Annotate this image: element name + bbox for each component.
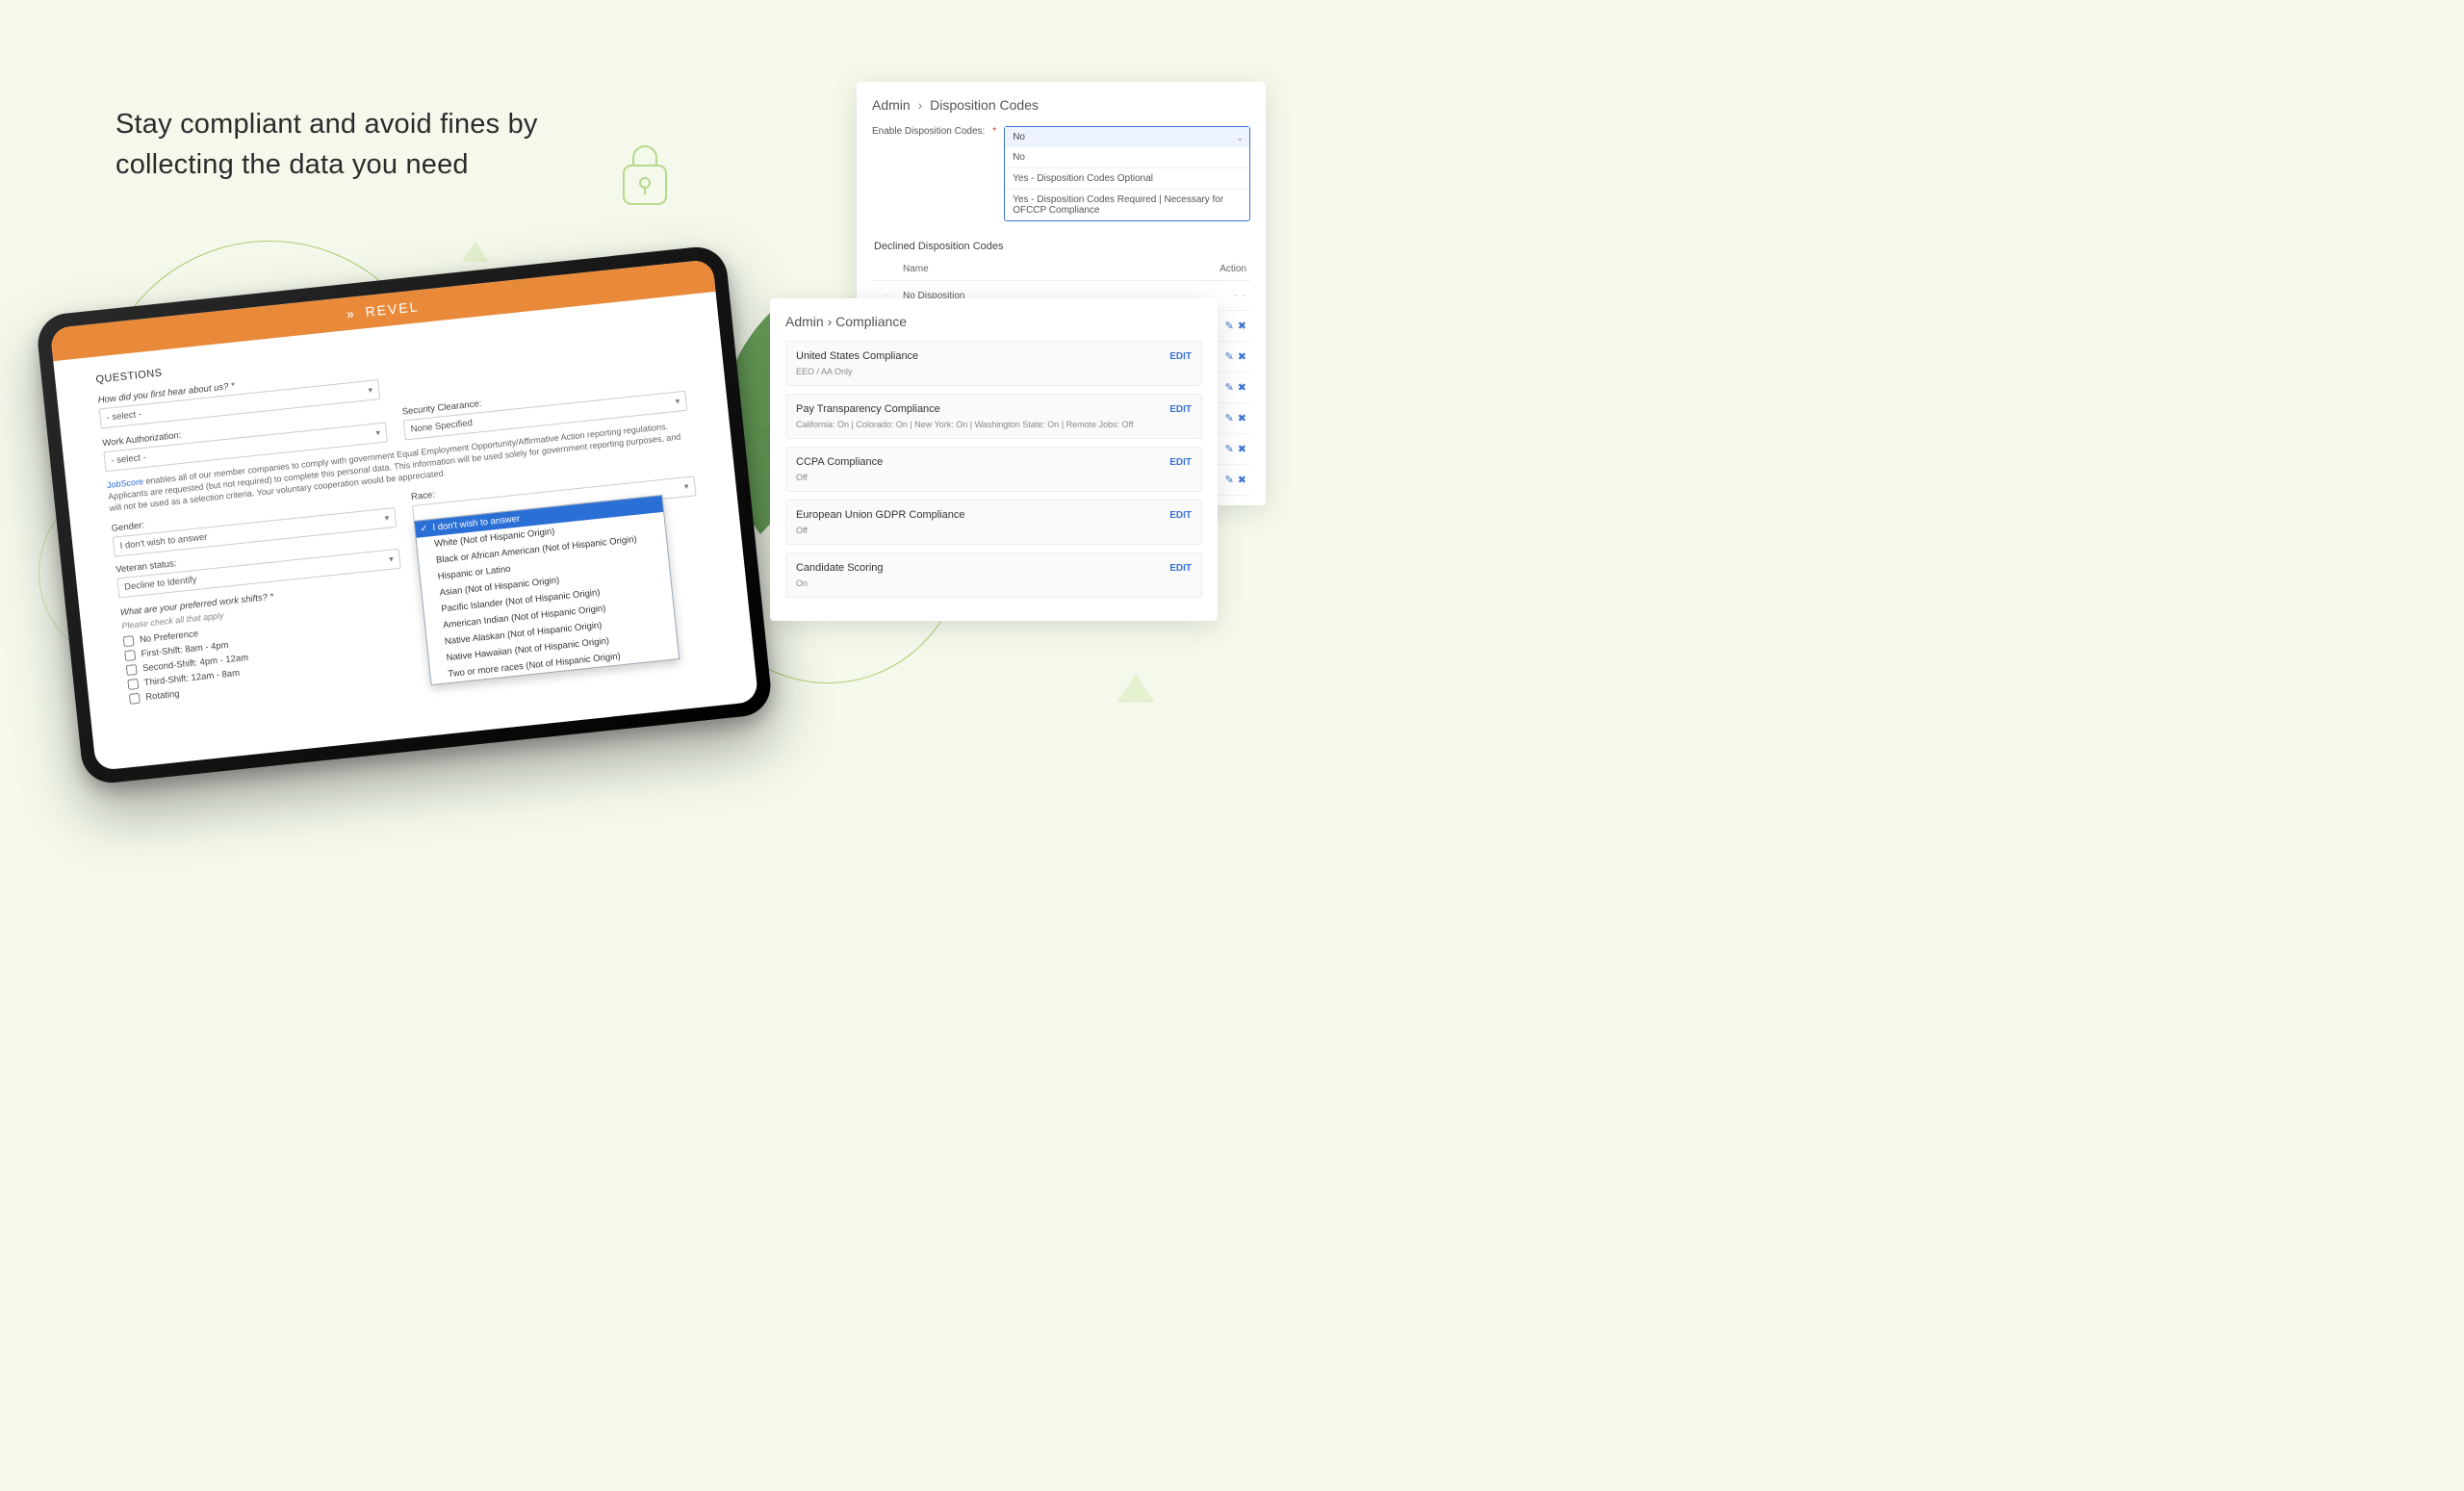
edit-button[interactable]: EDIT (1169, 563, 1192, 574)
compliance-section: European Union GDPR Compliance EDIT Off (785, 500, 1202, 545)
edit-icon[interactable]: ✎ (1225, 474, 1234, 486)
edit-icon[interactable]: ✎ (1225, 443, 1234, 455)
enable-disposition-select[interactable]: No No Yes - Disposition Codes Optional Y… (1004, 126, 1250, 221)
tablet-screen: » REVEL QUESTIONS How did you first hear… (50, 259, 759, 771)
delete-icon[interactable]: ✖ (1238, 381, 1246, 394)
compliance-section: Pay Transparency Compliance EDIT Californi… (785, 394, 1202, 439)
race-dropdown-menu[interactable]: I don't wish to answerWhite (Not of Hisp… (414, 495, 680, 685)
no-action: - - (1234, 290, 1246, 301)
compliance-detail: On (796, 578, 1192, 588)
delete-icon[interactable]: ✖ (1238, 350, 1246, 363)
breadcrumb-current: Disposition Codes (930, 97, 1039, 113)
declined-codes-heading: Declined Disposition Codes (872, 235, 1250, 258)
shift-label: Rotating (145, 689, 180, 704)
shift-checkbox[interactable] (124, 650, 136, 661)
hero-line-1: Stay compliant and avoid fines by (116, 109, 538, 140)
edit-button[interactable]: EDIT (1169, 404, 1192, 415)
compliance-title: Pay Transparency Compliance (796, 403, 940, 415)
chevron-right-icon: › (918, 97, 923, 113)
select-selected-value[interactable]: No (1005, 127, 1249, 147)
compliance-title: CCPA Compliance (796, 456, 883, 468)
column-header-action: Action (1190, 258, 1250, 281)
compliance-section: United States Compliance EDIT EEO / AA Onl… (785, 341, 1202, 386)
enable-disposition-label: Enable Disposition Codes: (872, 126, 985, 137)
tablet-mockup: » REVEL QUESTIONS How did you first hear… (35, 244, 773, 786)
hero-headline: Stay compliant and avoid fines by collec… (116, 104, 654, 185)
delete-icon[interactable]: ✖ (1238, 474, 1246, 486)
breadcrumb: Admin › Compliance (785, 314, 1202, 329)
breadcrumb-current: Compliance (835, 314, 907, 329)
compliance-detail: Off (796, 526, 1192, 535)
edit-icon[interactable]: ✎ (1225, 381, 1234, 394)
chevron-right-icon: › (828, 314, 833, 329)
hero-line-2: collecting the data you need (116, 149, 469, 180)
chevron-down-icon: ⌄ (1236, 133, 1244, 143)
compliance-title: United States Compliance (796, 350, 918, 362)
compliance-detail: California: On | Colorado: On | New York… (796, 420, 1192, 429)
shift-checkbox[interactable] (123, 636, 135, 648)
delete-icon[interactable]: ✖ (1238, 412, 1246, 424)
breadcrumb: Admin › Disposition Codes (872, 97, 1250, 113)
delete-icon[interactable]: ✖ (1238, 443, 1246, 455)
delete-icon[interactable]: ✖ (1238, 320, 1246, 332)
compliance-title: Candidate Scoring (796, 562, 884, 574)
brand-chevron-icon: » (346, 305, 356, 321)
edit-icon[interactable]: ✎ (1225, 350, 1234, 363)
breadcrumb-root[interactable]: Admin (785, 314, 824, 329)
compliance-panel: Admin › Compliance United States Complia… (770, 298, 1218, 621)
compliance-detail: Off (796, 473, 1192, 482)
shift-checkbox[interactable] (127, 679, 139, 690)
edit-button[interactable]: EDIT (1169, 510, 1192, 521)
edit-icon[interactable]: ✎ (1225, 320, 1234, 332)
edit-button[interactable]: EDIT (1169, 457, 1192, 468)
column-header-name: Name (899, 258, 1190, 281)
required-asterisk: * (992, 126, 996, 137)
compliance-section: CCPA Compliance EDIT Off (785, 447, 1202, 492)
brand-name: REVEL (365, 298, 420, 320)
shift-checkbox[interactable] (129, 693, 141, 705)
select-option[interactable]: Yes - Disposition Codes Required | Neces… (1005, 189, 1249, 220)
select-option[interactable]: Yes - Disposition Codes Optional (1005, 167, 1249, 189)
decor-triangle (1116, 674, 1155, 703)
edit-button[interactable]: EDIT (1169, 351, 1192, 362)
decor-triangle (462, 241, 489, 262)
compliance-title: European Union GDPR Compliance (796, 509, 964, 521)
tablet-frame: » REVEL QUESTIONS How did you first hear… (35, 244, 773, 786)
edit-icon[interactable]: ✎ (1225, 412, 1234, 424)
select-option[interactable]: No (1005, 147, 1249, 167)
compliance-section: Candidate Scoring EDIT On (785, 553, 1202, 598)
shift-checkbox[interactable] (126, 664, 138, 676)
breadcrumb-root[interactable]: Admin (872, 97, 911, 113)
compliance-detail: EEO / AA Only (796, 367, 1192, 376)
